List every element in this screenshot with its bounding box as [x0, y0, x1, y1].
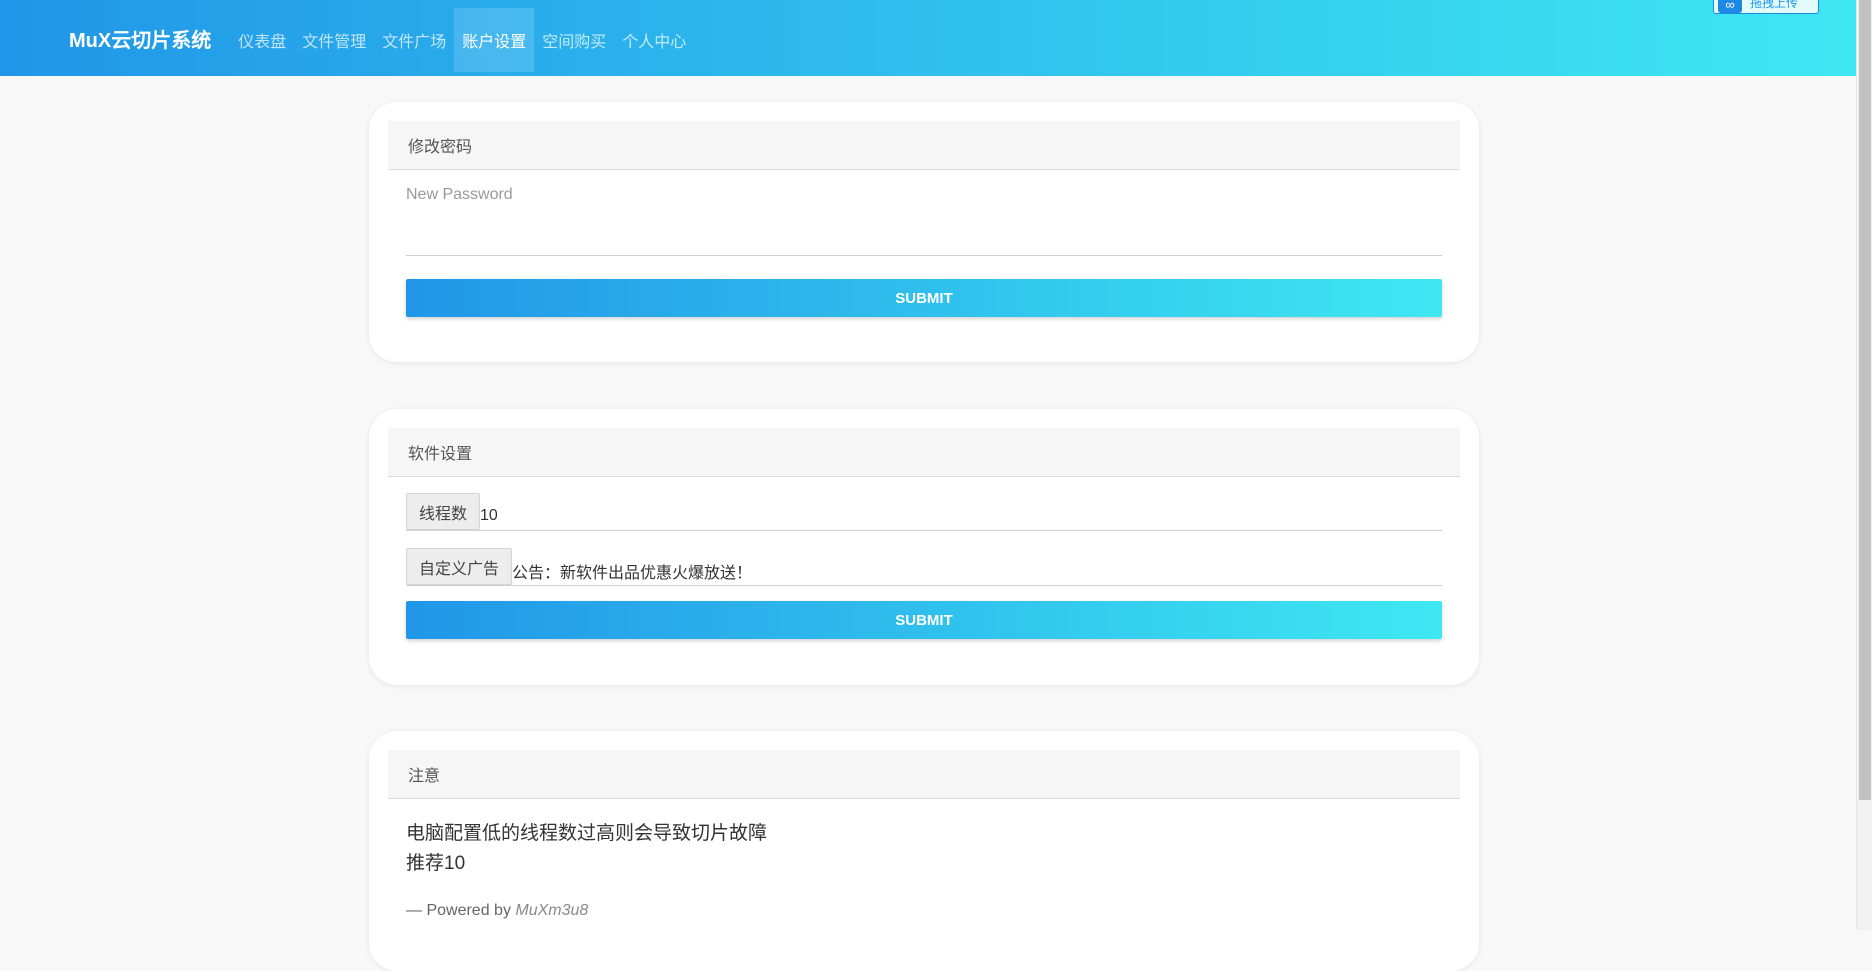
nav-item-file-management[interactable]: 文件管理	[294, 8, 374, 72]
change-password-card: 修改密码 New Password SUBMIT	[369, 102, 1479, 362]
threads-row: 线程数	[406, 493, 1442, 531]
nav-menu: 仪表盘 文件管理 文件广场 账户设置 空间购买 个人中心	[230, 8, 694, 72]
nav-item-space-purchase[interactable]: 空间购买	[534, 8, 614, 72]
powered-by-prefix: — Powered by	[406, 902, 511, 919]
software-submit-button[interactable]: SUBMIT	[406, 601, 1442, 639]
new-password-label: New Password	[406, 186, 513, 203]
powered-by-footer: — Powered by MuXm3u8	[406, 902, 588, 920]
brand-title[interactable]: MuX云切片系统	[69, 24, 211, 53]
nav-item-account-settings[interactable]: 账户设置	[454, 8, 535, 72]
card-header: 注意	[388, 750, 1460, 799]
nav-item-personal-center[interactable]: 个人中心	[614, 8, 694, 72]
nav-item-dashboard[interactable]: 仪表盘	[230, 8, 294, 72]
custom-ad-label: 自定义广告	[406, 548, 513, 585]
new-password-input[interactable]	[406, 212, 1442, 256]
notice-line-2: 推荐10	[406, 853, 466, 874]
custom-ad-input[interactable]	[512, 548, 1442, 585]
custom-ad-row: 自定义广告	[406, 548, 1442, 586]
drag-upload-label: 拖拽上传	[1750, 0, 1799, 10]
top-navbar: MuX云切片系统 仪表盘 文件管理 文件广场 账户设置 空间购买 个人中心 ∞ …	[0, 0, 1856, 76]
powered-by-author: MuXm3u8	[515, 902, 589, 919]
threads-label: 线程数	[406, 493, 481, 530]
notice-line-1: 电脑配置低的线程数过高则会导致切片故障	[406, 823, 768, 844]
software-settings-title: 软件设置	[408, 446, 473, 463]
card-header: 修改密码	[388, 121, 1460, 170]
password-submit-button[interactable]: SUBMIT	[406, 279, 1442, 317]
vertical-scrollbar[interactable]	[1856, 0, 1872, 930]
nav-item-file-square[interactable]: 文件广场	[374, 8, 454, 72]
notice-message: 电脑配置低的线程数过高则会导致切片故障 推荐10	[406, 819, 767, 879]
drag-upload-button[interactable]: ∞ 拖拽上传	[1713, 0, 1819, 14]
upload-icon: ∞	[1718, 0, 1742, 13]
notice-card: 注意 电脑配置低的线程数过高则会导致切片故障 推荐10 — Powered by…	[369, 731, 1479, 971]
notice-title: 注意	[408, 768, 441, 785]
card-header: 软件设置	[388, 428, 1460, 477]
change-password-title: 修改密码	[408, 139, 473, 156]
software-settings-card: 软件设置 线程数 自定义广告 SUBMIT	[369, 409, 1479, 685]
threads-input[interactable]	[480, 493, 1442, 530]
scrollbar-thumb[interactable]	[1859, 0, 1871, 800]
